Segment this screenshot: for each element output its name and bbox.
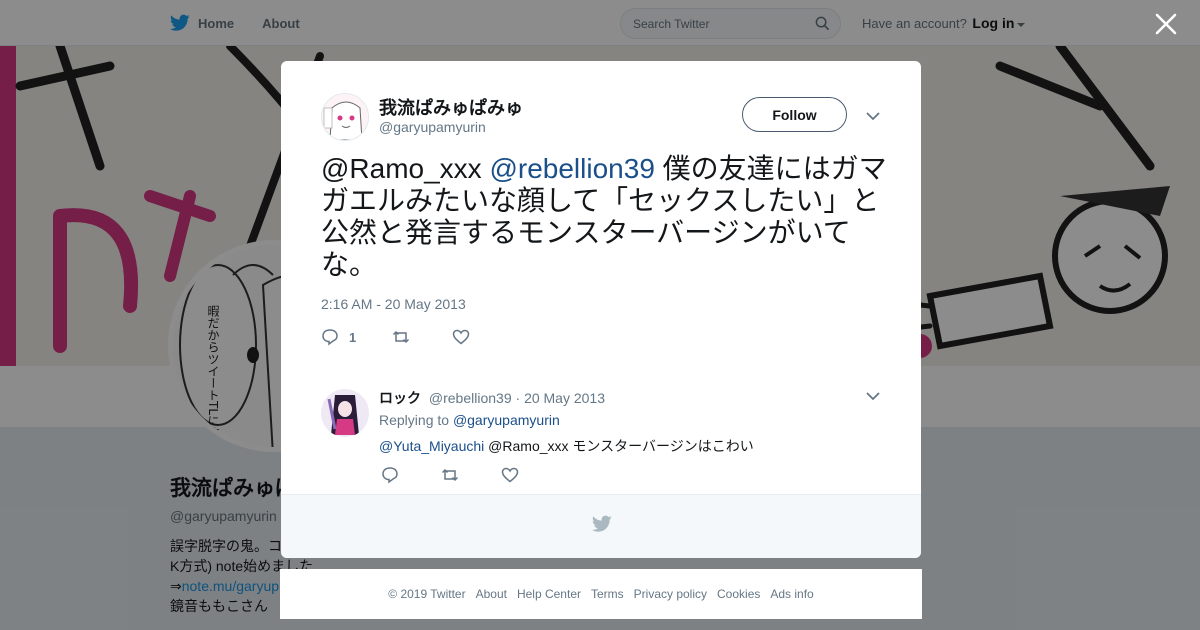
- tweet-author-handle[interactable]: @garyupamyurin: [379, 119, 486, 135]
- heart-icon: [501, 467, 519, 483]
- reply-icon: [322, 329, 338, 346]
- like-button[interactable]: [501, 466, 519, 484]
- tweet-text: @Ramo_xxx @rebellion39 僕の友達にはガマガエルみたいな顔し…: [321, 153, 891, 281]
- reply-author-avatar[interactable]: [321, 389, 369, 437]
- tweet-mention[interactable]: @Ramo_xxx: [321, 153, 482, 184]
- reply-avatar-illustration: [321, 389, 369, 437]
- chevron-down-icon[interactable]: [866, 392, 880, 401]
- replying-to-handle[interactable]: @garyupamyurin: [453, 412, 560, 428]
- retweet-icon: [441, 468, 459, 482]
- reply-icon: [382, 467, 398, 484]
- footer-link-help-center[interactable]: Help Center: [517, 587, 581, 601]
- reply-body: モンスターバージンはこわい: [572, 438, 754, 454]
- twitter-bird-icon: [592, 515, 612, 532]
- reply-mention[interactable]: @Ramo_xxx: [488, 438, 568, 454]
- tweet-timestamp[interactable]: 2:16 AM - 20 May 2013: [321, 296, 466, 312]
- retweet-button[interactable]: [392, 328, 410, 346]
- tweet-author-avatar[interactable]: [321, 93, 369, 141]
- retweet-icon: [393, 330, 410, 344]
- reply-count: 1: [349, 329, 357, 345]
- footer-link-privacy[interactable]: Privacy policy: [634, 587, 707, 601]
- modal-footer: [281, 494, 921, 558]
- author-avatar-illustration: [322, 94, 368, 140]
- tweet-mention[interactable]: @rebellion39: [489, 153, 654, 184]
- follow-button[interactable]: Follow: [742, 97, 847, 132]
- reply-dot: ·: [515, 390, 521, 406]
- footer-copyright: © 2019 Twitter: [388, 587, 466, 601]
- reply-actions: [381, 466, 555, 484]
- reply-mention[interactable]: @Yuta_Miyauchi: [379, 438, 484, 454]
- like-button[interactable]: [452, 328, 470, 346]
- reply-button[interactable]: [381, 466, 399, 484]
- reply-author-name[interactable]: ロック: [379, 390, 421, 406]
- footer-link-cookies[interactable]: Cookies: [717, 587, 760, 601]
- heart-icon: [452, 329, 470, 345]
- site-footer: © 2019 Twitter About Help Center Terms P…: [280, 569, 922, 619]
- tweet-permalink-modal: 我流ぱみゅぱみゅ @garyupamyurin Follow @Ramo_xxx…: [281, 61, 921, 558]
- replying-to: Replying to @garyupamyurin: [379, 412, 560, 428]
- reply-text: @Yuta_Miyauchi @Ramo_xxx モンスターバージンはこわい: [379, 436, 754, 456]
- reply-date[interactable]: 20 May 2013: [524, 390, 605, 406]
- chevron-down-icon[interactable]: [866, 112, 880, 121]
- reply-button[interactable]: 1: [321, 328, 356, 346]
- close-icon[interactable]: [1154, 12, 1178, 36]
- footer-link-about[interactable]: About: [476, 587, 507, 601]
- tweet-author-name[interactable]: 我流ぱみゅぱみゅ: [379, 94, 523, 120]
- reply-author-handle[interactable]: @rebellion39: [429, 390, 512, 406]
- tweet-actions: 1: [321, 328, 506, 346]
- replying-to-label: Replying to: [379, 412, 450, 428]
- reply-header: ロック @rebellion39 · 20 May 2013: [379, 388, 605, 408]
- footer-link-ads-info[interactable]: Ads info: [770, 587, 813, 601]
- footer-link-terms[interactable]: Terms: [591, 587, 624, 601]
- retweet-button[interactable]: [441, 466, 459, 484]
